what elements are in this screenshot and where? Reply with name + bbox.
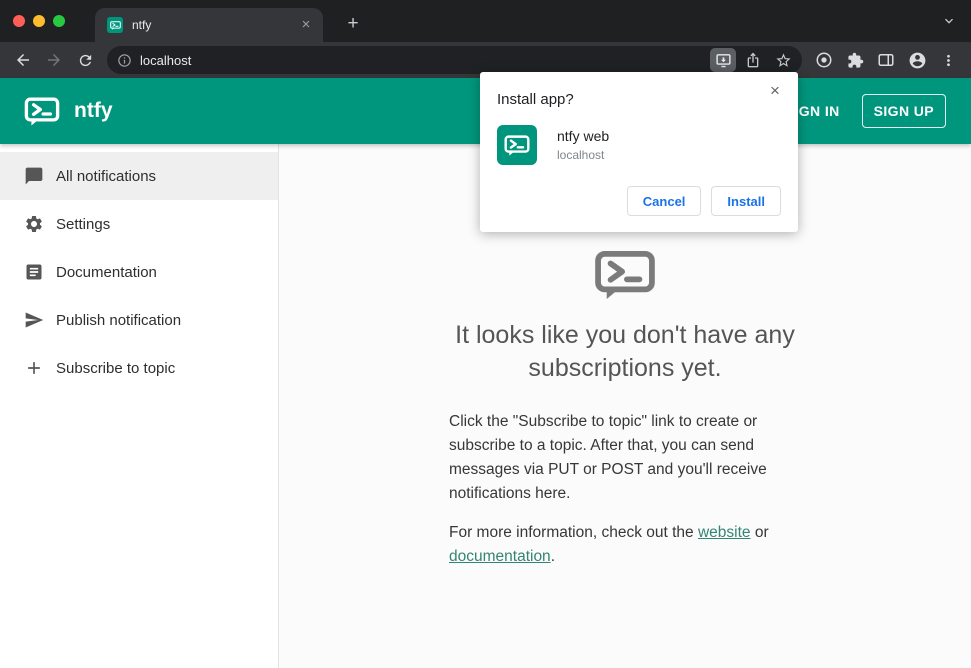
website-link[interactable]: website — [698, 524, 751, 541]
sidebar-item-documentation[interactable]: Documentation — [0, 248, 278, 296]
menu-kebab-icon[interactable] — [933, 46, 963, 74]
extensions-puzzle-icon[interactable] — [840, 46, 870, 74]
ntfy-app-icon — [497, 125, 537, 165]
reload-button[interactable] — [70, 46, 100, 74]
tab-title: ntfy — [132, 18, 152, 32]
dialog-app-origin: localhost — [557, 148, 605, 162]
sidebar-item-label: Settings — [56, 215, 111, 233]
sidebar-item-publish-notification[interactable]: Publish notification — [0, 296, 278, 344]
close-window-button[interactable] — [13, 15, 25, 27]
sidebar: All notifications Settings Documentation… — [0, 144, 279, 668]
forward-button[interactable] — [39, 46, 69, 74]
empty-state-description: Click the "Subscribe to topic" link to c… — [449, 412, 767, 502]
sidebar-item-label: All notifications — [56, 167, 157, 185]
tab-list-chevron-icon[interactable] — [941, 13, 957, 29]
minimize-window-button[interactable] — [33, 15, 45, 27]
send-icon — [24, 310, 44, 330]
cancel-button[interactable]: Cancel — [626, 186, 702, 216]
plus-icon — [24, 358, 44, 378]
dialog-app-name: ntfy web — [557, 128, 610, 144]
address-text: localhost — [140, 52, 192, 68]
chat-icon — [24, 166, 44, 186]
back-button[interactable] — [8, 46, 38, 74]
install-app-icon[interactable] — [710, 48, 736, 72]
dialog-title: Install app? — [497, 91, 574, 108]
install-app-dialog: × Install app? ntfy web localhost Cancel… — [480, 72, 798, 232]
ntfy-logo-icon — [24, 97, 60, 126]
app-title: ntfy — [74, 99, 113, 122]
gear-icon — [24, 214, 44, 234]
password-manager-extension-icon[interactable] — [809, 46, 839, 74]
window-titlebar: ntfy × + — [0, 0, 971, 42]
sidebar-item-label: Documentation — [56, 263, 157, 281]
sign-up-button[interactable]: SIGN UP — [861, 94, 946, 128]
more-info-text: For more information, check out the — [449, 523, 698, 541]
sidebar-item-all-notifications[interactable]: All notifications — [0, 152, 278, 200]
article-icon — [24, 262, 44, 282]
profile-avatar[interactable] — [902, 46, 932, 74]
dialog-app-row: ntfy web localhost — [497, 125, 781, 165]
zoom-window-button[interactable] — [53, 15, 65, 27]
empty-state-heading: It looks like you don't have any subscri… — [455, 321, 795, 383]
new-tab-button[interactable]: + — [341, 12, 365, 36]
dialog-actions: Cancel Install — [497, 186, 781, 216]
ntfy-logo-large-icon — [594, 250, 656, 305]
dialog-close-icon[interactable]: × — [765, 81, 785, 101]
sidebar-item-subscribe-to-topic[interactable]: Subscribe to topic — [0, 344, 278, 392]
share-icon[interactable] — [740, 48, 766, 72]
dialog-app-meta: ntfy web localhost — [557, 128, 609, 162]
documentation-link[interactable]: documentation — [449, 548, 551, 565]
sidebar-item-settings[interactable]: Settings — [0, 200, 278, 248]
sidebar-item-label: Subscribe to topic — [56, 359, 176, 377]
more-info-text: . — [550, 547, 555, 565]
address-bar[interactable]: localhost — [107, 46, 802, 74]
sidebar-item-label: Publish notification — [56, 311, 182, 329]
bookmark-star-icon[interactable] — [770, 48, 796, 72]
browser-tab-ntfy[interactable]: ntfy × — [95, 8, 323, 42]
ntfy-favicon — [107, 17, 123, 33]
install-button[interactable]: Install — [711, 186, 781, 216]
empty-state-more-info: For more information, check out the webs… — [449, 521, 801, 569]
site-info-icon[interactable] — [117, 53, 132, 68]
window-controls — [13, 15, 65, 27]
more-info-text: or — [750, 523, 769, 541]
side-panel-icon[interactable] — [871, 46, 901, 74]
tab-close-icon[interactable]: × — [297, 16, 315, 34]
